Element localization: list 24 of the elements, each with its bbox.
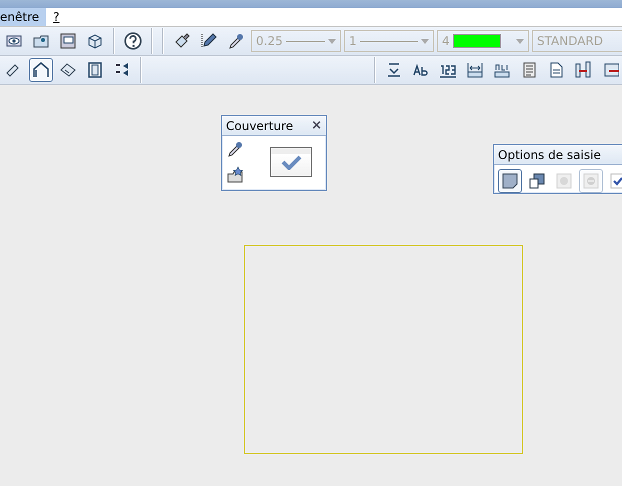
brush-icon[interactable] — [173, 32, 191, 50]
roof-icon[interactable] — [32, 61, 50, 79]
close-button[interactable]: × — [311, 118, 322, 133]
text-align-icon[interactable] — [113, 61, 131, 79]
menu-item[interactable]: ? — [46, 8, 67, 26]
text-down-icon[interactable] — [385, 61, 403, 79]
eyedropper-icon[interactable] — [226, 140, 244, 158]
apply-button[interactable] — [270, 147, 312, 177]
frame-icon[interactable] — [86, 61, 104, 79]
cube-icon[interactable] — [86, 32, 104, 50]
palette-title: Couverture — [226, 118, 294, 132]
checkmark-icon[interactable] — [609, 172, 622, 190]
dimension-icon[interactable] — [466, 61, 484, 79]
help-icon[interactable] — [123, 31, 143, 51]
menu-item[interactable]: enêtre — [0, 8, 46, 26]
roof-slab-icon[interactable] — [59, 61, 77, 79]
column-link-icon[interactable] — [574, 61, 592, 79]
folder-star-icon[interactable] — [226, 166, 244, 184]
floppy-icon[interactable] — [59, 32, 77, 50]
overlap-icon[interactable] — [528, 172, 546, 190]
eyedropper-icon[interactable] — [227, 32, 245, 50]
shape-icon[interactable] — [501, 172, 519, 190]
palette-title: Options de saisie — [498, 148, 601, 162]
checkmark-icon — [280, 154, 302, 170]
